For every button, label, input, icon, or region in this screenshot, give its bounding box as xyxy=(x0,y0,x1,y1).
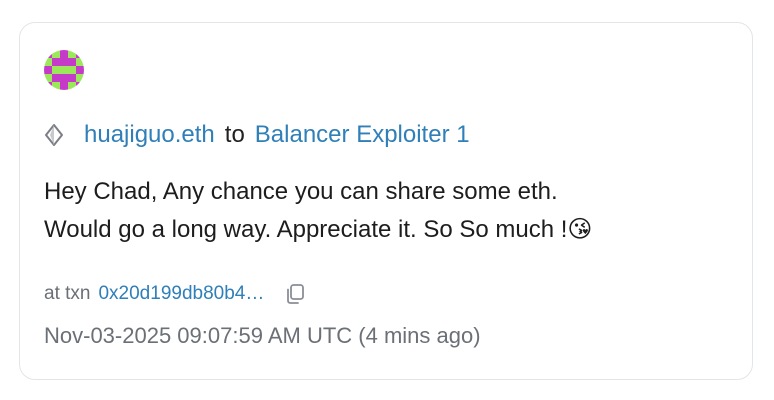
sender-link[interactable]: huajiguo.eth xyxy=(84,119,215,151)
message-line: Hey Chad, Any chance you can share some … xyxy=(44,178,558,205)
txn-label: at txn xyxy=(44,283,91,304)
ethereum-icon xyxy=(45,124,63,146)
txn-hash-link[interactable]: 0x20d199db80b4… xyxy=(98,283,264,305)
identicon-avatar xyxy=(44,50,84,90)
transaction-reference: at txn 0x20d199db80b4… xyxy=(44,279,306,309)
message-route: huajiguo.eth to Balancer Exploiter 1 xyxy=(44,119,470,151)
message-card: huajiguo.eth to Balancer Exploiter 1 Hey… xyxy=(19,22,753,380)
copy-icon[interactable] xyxy=(284,283,306,305)
recipient-link[interactable]: Balancer Exploiter 1 xyxy=(255,119,470,151)
message-line: Would go a long way. Appreciate it. So S… xyxy=(44,216,593,243)
message-body: Hey Chad, Any chance you can share some … xyxy=(44,173,734,249)
timestamp: Nov-03-2025 09:07:59 AM UTC (4 mins ago) xyxy=(44,323,481,348)
route-connector: to xyxy=(224,121,245,148)
